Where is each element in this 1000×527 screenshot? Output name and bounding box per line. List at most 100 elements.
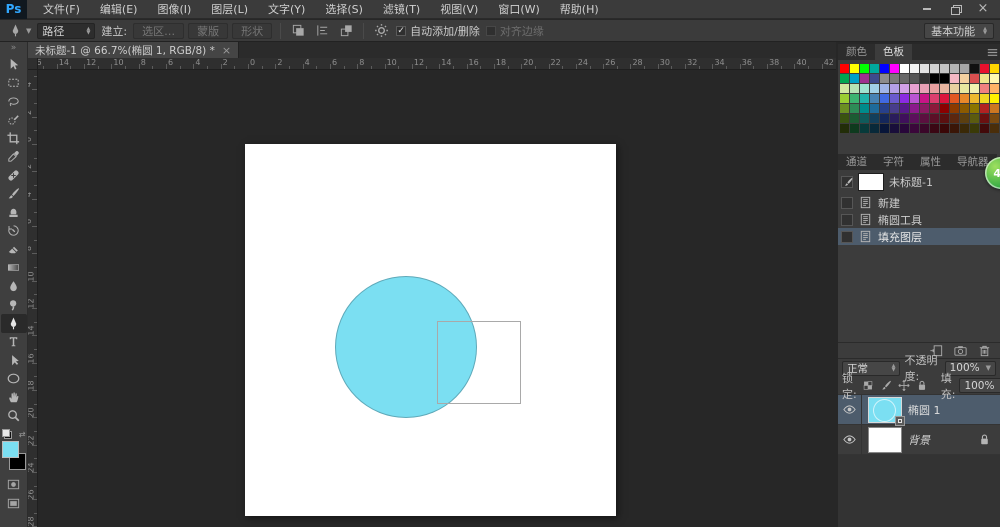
lasso-tool[interactable]: [1, 92, 27, 111]
lock-all-icon[interactable]: [915, 379, 929, 393]
history-snapshot-row[interactable]: 未标题-1: [838, 170, 1000, 194]
swatch[interactable]: [920, 74, 929, 83]
swatch[interactable]: [860, 94, 869, 103]
swatch[interactable]: [890, 104, 899, 113]
swatch[interactable]: [910, 114, 919, 123]
swatch[interactable]: [920, 104, 929, 113]
tool-mode-select[interactable]: 路径 ▲▼: [37, 23, 95, 39]
swatch[interactable]: [860, 84, 869, 93]
swatch[interactable]: [980, 74, 989, 83]
swatch[interactable]: [900, 104, 909, 113]
menu-item-图层L[interactable]: 图层(L): [201, 0, 258, 19]
swatch[interactable]: [850, 84, 859, 93]
crop-tool[interactable]: [1, 129, 27, 148]
current-tool-preset[interactable]: ▼: [6, 22, 31, 40]
gear-icon[interactable]: [372, 22, 390, 40]
swatch[interactable]: [890, 84, 899, 93]
swatch[interactable]: [960, 104, 969, 113]
swatch[interactable]: [940, 64, 949, 73]
tab-字符[interactable]: 字符: [875, 154, 912, 170]
eraser-tool[interactable]: [1, 240, 27, 259]
swatch[interactable]: [890, 64, 899, 73]
swatch[interactable]: [860, 124, 869, 133]
swatch[interactable]: [880, 114, 889, 123]
swatch[interactable]: [970, 74, 979, 83]
swatch[interactable]: [850, 64, 859, 73]
swatch[interactable]: [930, 104, 939, 113]
close-button[interactable]: ×: [976, 3, 990, 15]
clone-stamp-tool[interactable]: [1, 203, 27, 222]
swatch[interactable]: [850, 114, 859, 123]
swatch[interactable]: [990, 64, 999, 73]
swatch[interactable]: [940, 104, 949, 113]
tab-颜色[interactable]: 颜色: [838, 44, 875, 60]
toolbar-collapse-icon[interactable]: »: [0, 42, 27, 55]
history-brush-source-box[interactable]: [841, 214, 853, 226]
swatch[interactable]: [980, 114, 989, 123]
swatch[interactable]: [940, 84, 949, 93]
lock-position-icon[interactable]: [897, 379, 911, 393]
quick-selection-tool[interactable]: [1, 111, 27, 130]
swatch[interactable]: [880, 64, 889, 73]
swatch[interactable]: [900, 64, 909, 73]
move-tool[interactable]: [1, 55, 27, 74]
swatch[interactable]: [860, 74, 869, 83]
layer-row[interactable]: 背景: [838, 425, 1000, 455]
swatch[interactable]: [840, 64, 849, 73]
swatch[interactable]: [990, 104, 999, 113]
swatch[interactable]: [950, 114, 959, 123]
swatch[interactable]: [840, 84, 849, 93]
swatch[interactable]: [940, 124, 949, 133]
swatch[interactable]: [930, 124, 939, 133]
make-button[interactable]: 蒙版: [188, 23, 228, 39]
swatch[interactable]: [910, 64, 919, 73]
history-state[interactable]: 椭圆工具: [838, 211, 1000, 228]
swatch[interactable]: [930, 94, 939, 103]
panel-menu-icon[interactable]: [984, 44, 1000, 60]
swatch[interactable]: [900, 74, 909, 83]
swatch[interactable]: [970, 84, 979, 93]
swatch[interactable]: [950, 104, 959, 113]
swatch[interactable]: [840, 104, 849, 113]
healing-brush-tool[interactable]: [1, 166, 27, 185]
menu-item-图像I[interactable]: 图像(I): [147, 0, 201, 19]
swatch[interactable]: [890, 114, 899, 123]
swatch[interactable]: [920, 84, 929, 93]
brush-tool[interactable]: [1, 185, 27, 204]
swatch[interactable]: [960, 114, 969, 123]
marquee-tool[interactable]: [1, 74, 27, 93]
dodge-tool[interactable]: [1, 296, 27, 315]
swatch[interactable]: [920, 114, 929, 123]
path-alignment-icon[interactable]: [313, 22, 331, 40]
trash-icon[interactable]: [977, 343, 992, 358]
swatch[interactable]: [900, 84, 909, 93]
swatch[interactable]: [920, 94, 929, 103]
swatch[interactable]: [950, 94, 959, 103]
history-state[interactable]: 填充图层: [838, 228, 1000, 245]
history-brush-source-box[interactable]: [841, 197, 853, 209]
swatch[interactable]: [980, 94, 989, 103]
swatch[interactable]: [970, 114, 979, 123]
menu-item-滤镜T[interactable]: 滤镜(T): [373, 0, 430, 19]
swatch[interactable]: [980, 84, 989, 93]
swatch[interactable]: [880, 74, 889, 83]
swatch[interactable]: [930, 84, 939, 93]
swatch[interactable]: [970, 104, 979, 113]
history-brush-source-icon[interactable]: [841, 176, 853, 188]
document-canvas[interactable]: [245, 144, 616, 516]
swatch[interactable]: [850, 124, 859, 133]
swatch[interactable]: [950, 74, 959, 83]
swatch[interactable]: [990, 74, 999, 83]
swatch[interactable]: [860, 114, 869, 123]
swatch[interactable]: [930, 74, 939, 83]
swatch[interactable]: [890, 74, 899, 83]
swatch[interactable]: [920, 64, 929, 73]
layer-row[interactable]: 椭圆 1: [838, 395, 1000, 425]
swatch[interactable]: [970, 94, 979, 103]
swatch[interactable]: [940, 94, 949, 103]
lock-transparency-icon[interactable]: [861, 379, 875, 393]
visibility-toggle[interactable]: [838, 425, 862, 455]
make-button[interactable]: 选区…: [133, 23, 184, 39]
swatch[interactable]: [960, 124, 969, 133]
menu-item-编辑E[interactable]: 编辑(E): [90, 0, 148, 19]
